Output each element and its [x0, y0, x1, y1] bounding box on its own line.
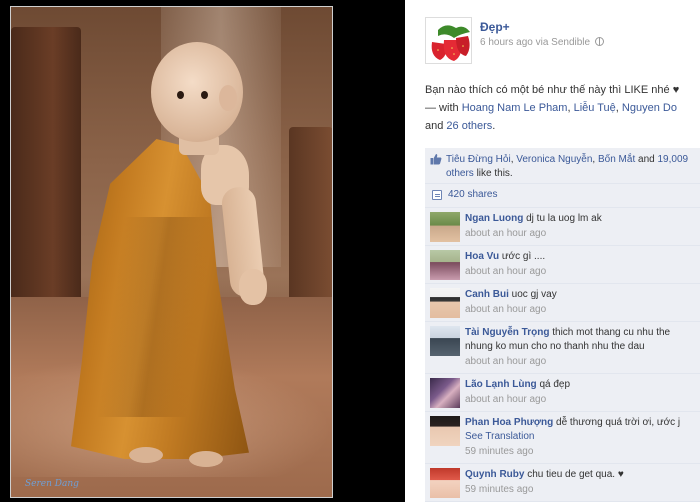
comment-author[interactable]: Quynh Ruby — [465, 469, 524, 480]
post-meta: 6 hours ago via Sendible — [480, 37, 604, 48]
likes-row: Tiêu Đừng Hỏi, Veronica Nguyễn, Bốn Mắt … — [425, 148, 700, 184]
commenter-avatar[interactable] — [430, 378, 460, 408]
post-and-word: and — [425, 120, 444, 132]
post-period: . — [492, 120, 496, 132]
comment-author[interactable]: Tài Nguyễn Trọng — [465, 327, 549, 338]
commenter-avatar[interactable] — [430, 288, 460, 318]
strawberry-icon — [426, 18, 471, 63]
share-icon — [432, 190, 442, 200]
comment-text: ước gì .... — [501, 251, 546, 262]
shares-count[interactable]: 420 shares — [448, 189, 497, 200]
photo-stage: Seren Dang — [0, 0, 405, 502]
photo-child-eye-left — [177, 91, 184, 99]
comment-item: Tài Nguyễn Trọng thich mot thang cu nhu … — [425, 322, 700, 374]
page-avatar[interactable] — [425, 17, 472, 64]
liker-link[interactable]: Tiêu Đừng Hỏi — [446, 154, 511, 165]
likes-suffix: like this. — [476, 168, 513, 179]
comment-author[interactable]: Phan Hoa Phượng — [465, 417, 553, 428]
shares-row[interactable]: 420 shares — [425, 184, 700, 208]
comment-time[interactable]: about an hour ago — [465, 227, 694, 241]
commenter-avatar[interactable] — [430, 326, 460, 356]
photo-watermark: Seren Dang — [25, 479, 79, 489]
page-name-link[interactable]: Đẹp+ — [480, 20, 510, 34]
feedback-box: Tiêu Đừng Hỏi, Veronica Nguyễn, Bốn Mắt … — [425, 148, 700, 502]
post-message: Bạn nào thích có một bé như thế này thì … — [425, 84, 680, 132]
post-message-text: Bạn nào thích có một bé như thế này thì … — [425, 84, 680, 96]
comment-text: chu tieu de get qua. ♥ — [527, 469, 624, 480]
comment-item: Canh Bui uoc gj vay about an hour ago — [425, 284, 700, 322]
comment-body: Lão Lạnh Lùng qá đẹp — [465, 378, 694, 392]
comment-author[interactable]: Canh Bui — [465, 289, 509, 300]
photo-child-ear — [219, 85, 237, 111]
see-translation-link[interactable]: See Translation — [465, 430, 694, 444]
tagged-user-link[interactable]: Nguyen Do — [622, 102, 677, 114]
commenter-avatar[interactable] — [430, 468, 460, 498]
commenter-avatar[interactable] — [430, 416, 460, 446]
post-header: Đẹp+ 6 hours ago via Sendible — [425, 17, 695, 67]
photo-child-foot-right — [189, 451, 223, 467]
comment-time[interactable]: about an hour ago — [465, 265, 694, 279]
comment-item: Lão Lạnh Lùng qá đẹp about an hour ago — [425, 374, 700, 412]
comment-text: uoc gj vay — [511, 289, 557, 300]
liker-link[interactable]: Veronica Nguyễn — [516, 154, 592, 165]
photo-child-foot-left — [129, 447, 163, 463]
photo-child-eye-right — [201, 91, 208, 99]
liker-link[interactable]: Bốn Mắt — [598, 154, 635, 165]
commenter-avatar[interactable] — [430, 250, 460, 280]
comment-item: Phan Hoa Phượng dễ thương quá trời ơi, ư… — [425, 412, 700, 464]
comment-body: Phan Hoa Phượng dễ thương quá trời ơi, ư… — [465, 416, 694, 430]
comment-item: Hoa Vu ước gì .... about an hour ago — [425, 246, 700, 284]
comment-item: Ngan Luong dj tu la uog lm ak about an h… — [425, 208, 700, 246]
post-photo[interactable]: Seren Dang — [10, 6, 333, 498]
like-thumb-icon — [430, 154, 442, 165]
comment-body: Quynh Ruby chu tieu de get qua. ♥ — [465, 468, 694, 482]
comment-body: Tài Nguyễn Trọng thich mot thang cu nhu … — [465, 326, 694, 354]
commenter-avatar[interactable] — [430, 212, 460, 242]
likes-and-word: and — [638, 154, 655, 165]
tagged-user-link[interactable]: Liễu Tuệ — [574, 102, 616, 114]
comment-text: qá đẹp — [539, 379, 571, 390]
comment-time[interactable]: about an hour ago — [465, 303, 694, 317]
post-with-prefix: — with — [425, 102, 462, 114]
comment-body: Ngan Luong dj tu la uog lm ak — [465, 212, 694, 226]
tagged-user-link[interactable]: Hoang Nam Le Pham — [462, 102, 568, 114]
tagged-others-link[interactable]: 26 others — [446, 120, 492, 132]
comment-text: dễ thương quá trời ơi, ước j — [556, 417, 681, 428]
photo-child-hand — [239, 269, 267, 305]
comment-item: Quynh Ruby chu tieu de get qua. ♥ 59 min… — [425, 464, 700, 502]
comment-author[interactable]: Lão Lạnh Lùng — [465, 379, 537, 390]
comment-author[interactable]: Hoa Vu — [465, 251, 499, 262]
globe-icon — [594, 37, 604, 46]
comment-time[interactable]: about an hour ago — [465, 355, 694, 369]
comment-time[interactable]: 59 minutes ago — [465, 483, 694, 497]
comment-author[interactable]: Ngan Luong — [465, 213, 523, 224]
comment-body: Hoa Vu ước gì .... — [465, 250, 694, 264]
comment-text: dj tu la uog lm ak — [526, 213, 602, 224]
comment-time[interactable]: about an hour ago — [465, 393, 694, 407]
comment-time[interactable]: 59 minutes ago — [465, 445, 694, 459]
comment-body: Canh Bui uoc gj vay — [465, 288, 694, 302]
post-panel: Đẹp+ 6 hours ago via Sendible Bạn nào th… — [405, 0, 700, 502]
post-time[interactable]: 6 hours ago via Sendible — [480, 37, 590, 48]
